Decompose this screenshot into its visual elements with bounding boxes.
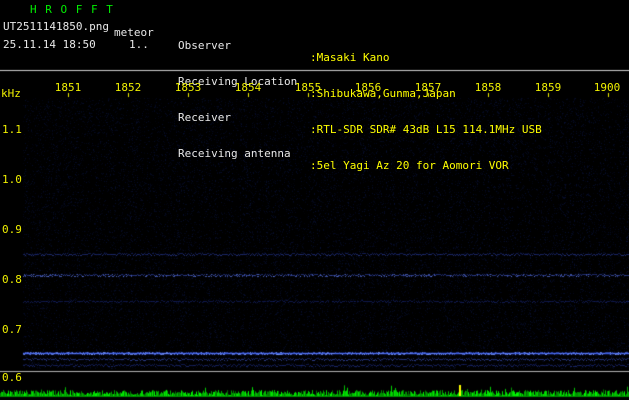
x-tick-label: 1900: [593, 81, 621, 94]
y-tick-label: 0.7: [2, 323, 22, 336]
info-row-receiver: Receiver :RTL-SDR SDR# 43dB L15 114.1MHz…: [0, 100, 629, 136]
info-label: Observer: [178, 39, 231, 52]
info-value: :RTL-SDR SDR# 43dB L15 114.1MHz USB: [310, 123, 542, 136]
x-tick-label: 1857: [414, 81, 442, 94]
info-label: Receiving antenna: [178, 147, 291, 160]
y-tick-label: 1.1: [2, 123, 22, 136]
x-tick-label: 1852: [114, 81, 142, 94]
x-tick-label: 1851: [54, 81, 82, 94]
info-value: :Masaki Kano: [310, 51, 390, 64]
y-tick-label: 0.6: [2, 371, 22, 384]
info-label: Receiver: [178, 111, 231, 124]
y-tick-label: 0.9: [2, 223, 22, 236]
x-tick-label: 1855: [294, 81, 322, 94]
x-tick-label: 1856: [354, 81, 382, 94]
y-axis-unit: kHz: [1, 87, 21, 100]
x-tick-label: 1858: [474, 81, 502, 94]
x-tick-label: 1854: [234, 81, 262, 94]
hrofft-output-window: H R O F F T UT2511141850.png meteor 25.1…: [0, 0, 629, 400]
x-tick-label: 1853: [174, 81, 202, 94]
x-tick-label: 1859: [534, 81, 562, 94]
y-tick-label: 1.0: [2, 173, 22, 186]
info-value: :5el Yagi Az 20 for Aomori VOR: [310, 159, 509, 172]
y-tick-label: 0.8: [2, 273, 22, 286]
info-row-location: Receiving Location :Shibukawa,Gunma,Japa…: [0, 64, 629, 100]
info-row-antenna: Receiving antenna :5el Yagi Az 20 for Ao…: [0, 136, 629, 172]
info-row-observer: Observer :Masaki Kano: [0, 28, 629, 64]
